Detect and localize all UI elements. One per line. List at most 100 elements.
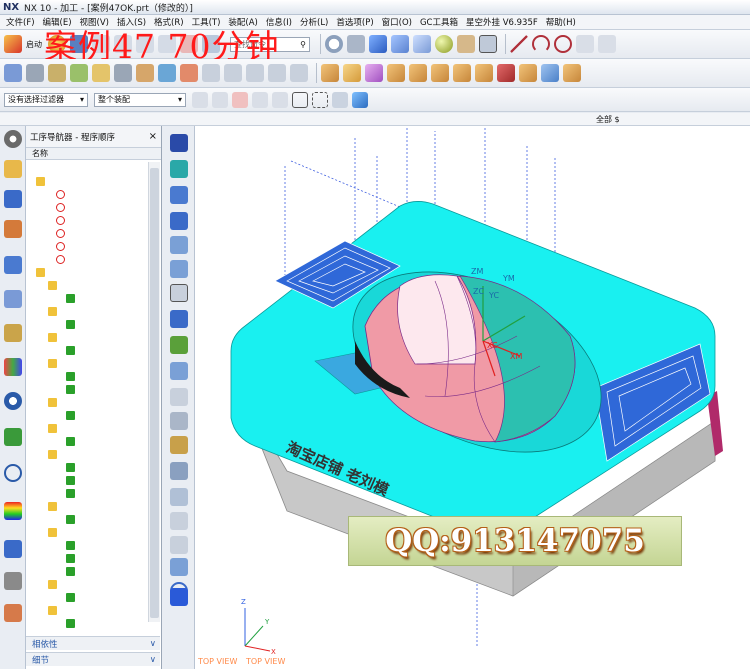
program-group-icon[interactable]	[170, 134, 188, 152]
[interactable]	[26, 487, 148, 500]
zoom-icon[interactable]	[325, 35, 343, 53]
reuse-library-icon[interactable]	[4, 358, 22, 376]
paste-icon[interactable]	[158, 35, 176, 53]
polygon-select-icon[interactable]	[292, 91, 308, 108]
menu-xingkong-plugin[interactable]: 星空外挂 V6.935F	[466, 16, 538, 28]
menu-insert[interactable]: 插入(S)	[117, 16, 146, 28]
[interactable]	[26, 279, 148, 292]
graphics-viewport[interactable]: ZM YM XC XM ZC YC 淘宝店铺 老刘模 Z Y X	[195, 126, 750, 669]
endpoint-snap-icon[interactable]	[232, 91, 248, 108]
rotate-icon[interactable]	[347, 35, 365, 53]
trim-body-icon[interactable]	[541, 64, 559, 82]
[interactable]	[26, 266, 148, 279]
dependencies-panel[interactable]: 相依性 ∨	[26, 636, 160, 650]
[interactable]	[26, 318, 148, 331]
copy-icon[interactable]	[136, 35, 154, 53]
[interactable]	[26, 201, 148, 214]
rectangle-select-icon[interactable]	[312, 91, 328, 108]
sel[interactable]	[26, 591, 148, 604]
center-snap-icon[interactable]	[272, 91, 288, 108]
wireless-icon[interactable]	[4, 392, 22, 410]
wireframe-cube-icon[interactable]	[391, 35, 409, 53]
[interactable]	[26, 565, 148, 578]
selection-icon[interactable]	[170, 488, 188, 506]
studio-icon[interactable]	[457, 35, 475, 53]
face-mill-icon[interactable]	[170, 260, 188, 278]
circle-icon[interactable]	[554, 35, 572, 53]
face-select-icon[interactable]	[332, 91, 348, 108]
edged-cube-icon[interactable]	[413, 35, 431, 53]
selection-filter-dropdown[interactable]: 没有选择过滤器 ▾	[4, 92, 88, 107]
process-studio-icon[interactable]	[4, 572, 22, 590]
menu-preferences[interactable]: 首选项(P)	[336, 16, 373, 28]
extrude-icon[interactable]	[321, 64, 339, 82]
start-icon[interactable]	[4, 35, 22, 53]
midpoint-snap-icon[interactable]	[252, 91, 268, 108]
list-icon[interactable]	[170, 462, 188, 480]
menu-format[interactable]: 格式(R)	[154, 16, 184, 28]
[interactable]	[26, 370, 148, 383]
menu-gc-toolbox[interactable]: GC工具箱	[420, 16, 458, 28]
[interactable]	[26, 331, 148, 344]
intersect-icon[interactable]	[431, 64, 449, 82]
snap-point-icon[interactable]	[212, 91, 228, 108]
fillet-icon[interactable]	[598, 35, 616, 53]
create-geometry-icon[interactable]	[136, 64, 154, 82]
feeds-icon[interactable]	[170, 412, 188, 430]
cavity-mill-icon[interactable]	[170, 236, 188, 254]
assembly-navigator-icon[interactable]	[4, 160, 22, 178]
menu-analysis[interactable]: 分析(L)	[300, 16, 328, 28]
menu-window[interactable]: 窗口(O)	[382, 16, 412, 28]
chamfer-icon[interactable]	[475, 64, 493, 82]
[interactable]	[26, 526, 148, 539]
undo-icon[interactable]	[92, 35, 110, 53]
select-all-label[interactable]: 全部 $	[596, 114, 620, 125]
subtract-icon[interactable]	[409, 64, 427, 82]
[interactable]	[26, 305, 148, 318]
edge-blend-icon[interactable]	[453, 64, 471, 82]
[interactable]	[26, 604, 148, 617]
[interactable]	[26, 461, 148, 474]
arc-icon[interactable]	[532, 35, 550, 53]
sel[interactable]	[26, 513, 148, 526]
operations-icon[interactable]	[170, 558, 188, 576]
close-icon[interactable]: ×	[149, 131, 157, 142]
[interactable]	[26, 188, 148, 201]
generate-path-icon[interactable]	[202, 64, 220, 82]
[interactable]	[26, 344, 148, 357]
[interactable]	[26, 578, 148, 591]
menu-view[interactable]: 视图(V)	[80, 16, 109, 28]
hole-icon[interactable]	[365, 64, 383, 82]
menu-assembly[interactable]: 装配(A)	[228, 16, 257, 28]
command-finder-icon[interactable]	[202, 35, 220, 53]
create-tool-icon[interactable]	[114, 64, 132, 82]
solid-select-icon[interactable]	[352, 91, 368, 108]
tool-path-icon[interactable]	[170, 284, 188, 302]
geometry-view-icon[interactable]	[48, 64, 66, 82]
revolve-icon[interactable]	[343, 64, 361, 82]
menu-edit[interactable]: 编辑(E)	[43, 16, 72, 28]
assembly-scope-dropdown[interactable]: 整个装配 ▾	[94, 92, 186, 107]
roles-icon[interactable]	[4, 604, 22, 622]
machine-view-icon[interactable]	[26, 64, 44, 82]
shop-doc-icon[interactable]	[268, 64, 286, 82]
scrollbar-thumb[interactable]	[150, 168, 159, 618]
background-icon[interactable]	[479, 35, 497, 53]
transform-icon[interactable]	[170, 362, 188, 380]
sel[interactable]	[26, 539, 148, 552]
start-button-label[interactable]: 启动	[26, 39, 42, 50]
system-materials-icon[interactable]	[4, 540, 22, 558]
report-icon[interactable]	[170, 536, 188, 554]
menu-information[interactable]: 信息(I)	[266, 16, 292, 28]
verify-check-icon[interactable]	[170, 336, 188, 354]
[interactable]	[26, 474, 148, 487]
shell-icon[interactable]	[497, 64, 515, 82]
[interactable]	[26, 383, 148, 396]
feature-navigator-icon[interactable]	[4, 324, 22, 342]
[interactable]	[26, 396, 148, 409]
delete-icon[interactable]	[180, 35, 198, 53]
operation-navigator-icon[interactable]	[4, 256, 22, 274]
selection-mode-icon[interactable]	[192, 91, 208, 108]
post-process-icon[interactable]	[246, 64, 264, 82]
details-panel[interactable]: 细节 ∨	[26, 652, 160, 666]
